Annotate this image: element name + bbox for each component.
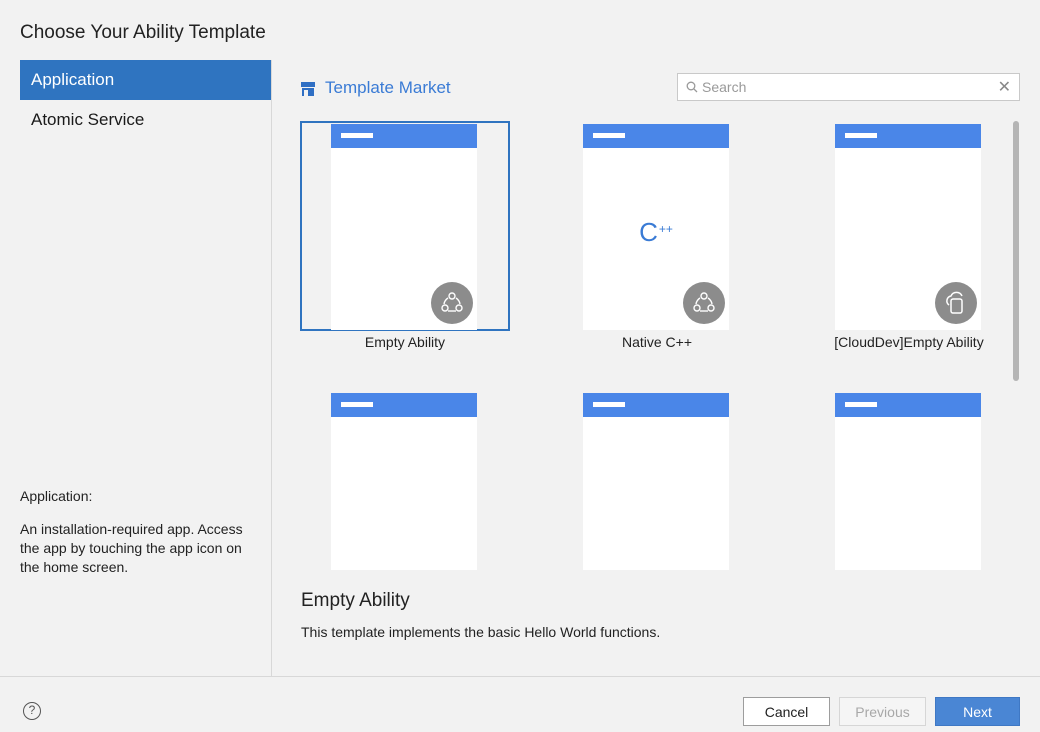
template-card-native-cpp[interactable]: C ++ Native C++: [552, 121, 762, 353]
help-icon[interactable]: ?: [23, 702, 41, 720]
template-grid-scrollbar[interactable]: [1013, 121, 1019, 381]
template-preview: [331, 393, 477, 570]
cloud-device-icon: [935, 282, 977, 324]
dialog-title: Choose Your Ability Template: [20, 22, 266, 43]
template-preview: [835, 124, 981, 330]
template-label: Native C++: [621, 334, 693, 350]
template-preview: [583, 393, 729, 570]
search-icon: [686, 81, 698, 93]
template-card-4[interactable]: [300, 390, 510, 570]
previous-button[interactable]: Previous: [839, 697, 926, 726]
next-button[interactable]: Next: [935, 697, 1020, 726]
dialog-footer: ? Cancel Previous Next: [0, 676, 1040, 732]
template-label: Empty Ability: [364, 334, 446, 350]
template-card-empty-ability[interactable]: Empty Ability: [300, 121, 510, 353]
description-title: Application:: [20, 488, 93, 504]
template-market-label: Template Market: [325, 78, 451, 97]
template-market-link[interactable]: Template Market: [301, 78, 451, 98]
template-detail-description: This template implements the basic Hello…: [301, 624, 661, 640]
template-label: [CloudDev]Empty Ability: [834, 334, 984, 350]
sidebar: Application Atomic Service Application: …: [0, 60, 272, 676]
template-card-5[interactable]: [552, 390, 762, 570]
template-preview: C ++: [583, 124, 729, 330]
template-detail-title: Empty Ability: [301, 590, 410, 611]
template-preview: [835, 393, 981, 570]
cancel-button[interactable]: Cancel: [743, 697, 830, 726]
sidebar-item-application[interactable]: Application: [20, 60, 271, 100]
store-icon: [301, 81, 315, 96]
search-input[interactable]: [702, 79, 998, 95]
template-preview: [331, 124, 477, 330]
description-text: An installation-required app. Access the…: [20, 521, 243, 575]
ability-network-icon: [683, 282, 725, 324]
sidebar-item-atomic-service[interactable]: Atomic Service: [20, 100, 271, 140]
main-panel: Template Market ✕ Empty Ability: [272, 60, 1040, 676]
search-box[interactable]: ✕: [677, 73, 1020, 101]
template-grid: Empty Ability C ++ Native C++ [CloudDev]…: [272, 118, 1040, 570]
ability-network-icon: [431, 282, 473, 324]
clear-search-icon[interactable]: ✕: [998, 77, 1011, 97]
template-card-clouddev-empty-ability[interactable]: [CloudDev]Empty Ability: [804, 121, 1014, 353]
template-card-6[interactable]: [804, 390, 1014, 570]
